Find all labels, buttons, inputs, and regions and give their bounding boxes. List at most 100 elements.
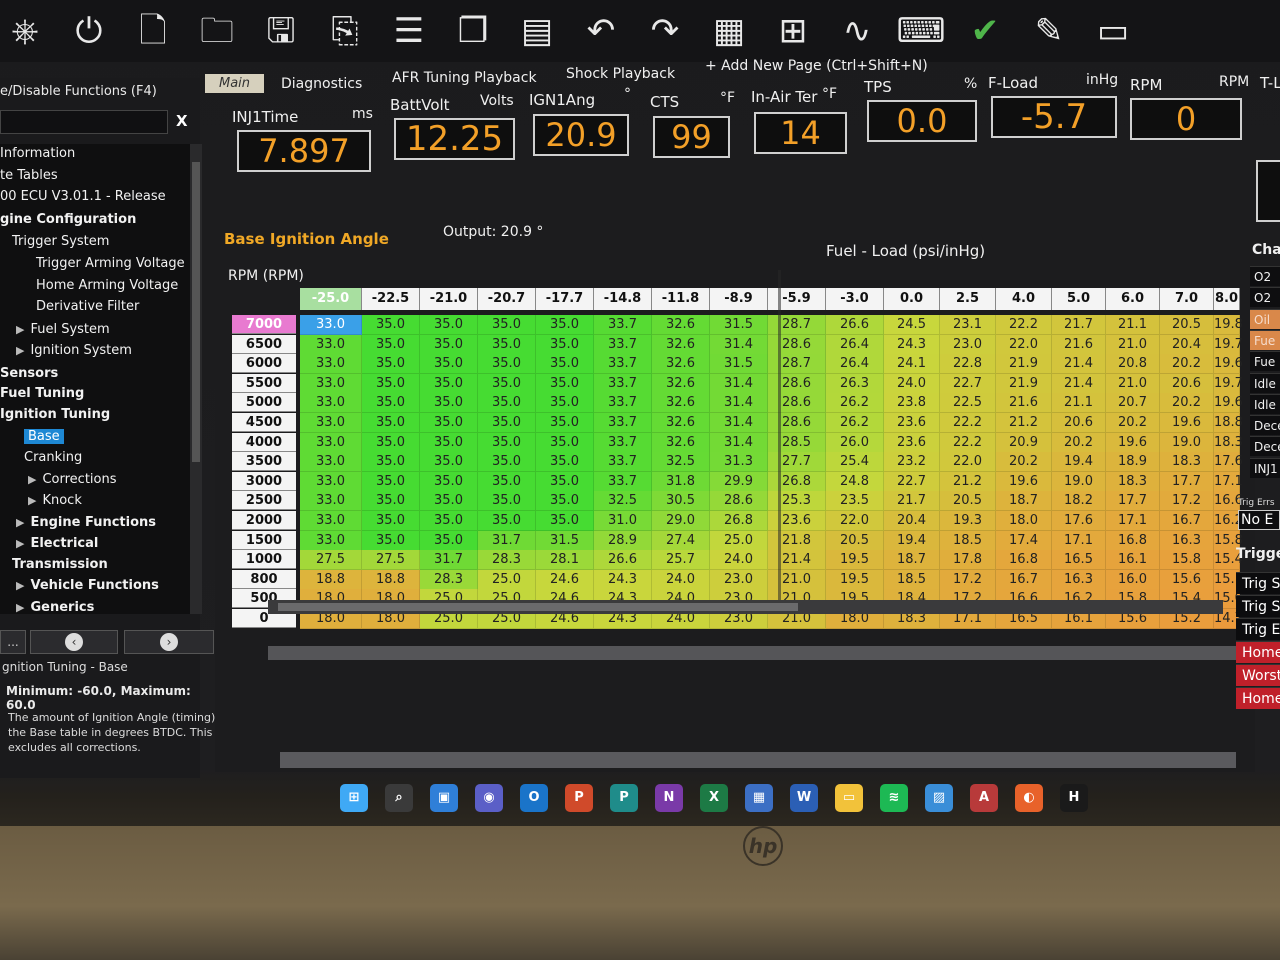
table-cell[interactable]: 31.5 — [710, 315, 768, 335]
column-header[interactable]: -17.7 — [536, 288, 594, 310]
channel-item[interactable]: Oil — [1250, 308, 1280, 329]
access-icon[interactable]: A — [970, 784, 998, 812]
table-cell[interactable]: 17.7 — [1160, 471, 1214, 492]
check-icon[interactable]: ✔ — [960, 8, 1010, 54]
table-cell[interactable]: 16.0 — [1106, 569, 1160, 590]
table-cell[interactable]: 21.0 — [1106, 373, 1160, 394]
table-cell[interactable]: 35.0 — [478, 334, 536, 355]
table-cell[interactable]: 20.2 — [1052, 432, 1106, 453]
tree-item-vehicle-functions[interactable]: ▶ Vehicle Functions — [16, 576, 159, 596]
table-cell[interactable]: 17.8 — [940, 550, 996, 571]
table-cell[interactable]: 25.7 — [652, 550, 710, 571]
table-cell[interactable]: 35.0 — [420, 471, 478, 492]
table-cell[interactable]: 33.7 — [594, 334, 652, 355]
expand-caret-icon[interactable]: ▶ — [28, 494, 36, 507]
tree-item-cranking[interactable]: Cranking — [24, 448, 82, 468]
table-cell[interactable]: 32.6 — [652, 334, 710, 355]
outlook-icon[interactable]: O — [520, 784, 548, 812]
tree-item-gine-configuration[interactable]: gine Configuration — [0, 210, 136, 230]
table-cell[interactable]: 27.5 — [362, 550, 420, 571]
tree-item-base[interactable]: Base — [24, 427, 64, 447]
table-cell[interactable]: 23.0 — [940, 334, 996, 355]
table-edit-icon[interactable]: ▦ — [704, 8, 754, 54]
table-cell[interactable]: 18.9 — [1106, 452, 1160, 473]
channel-item[interactable]: Fue — [1250, 351, 1280, 372]
table-cell[interactable]: 16.2 — [1214, 511, 1243, 531]
table-cell[interactable]: 35.0 — [478, 315, 536, 335]
table-cell[interactable]: 35.0 — [536, 315, 594, 335]
table-cell[interactable]: 35.0 — [362, 452, 420, 473]
sidebar-search-input[interactable] — [0, 110, 168, 134]
table-cell[interactable]: 22.2 — [940, 413, 996, 433]
table-cell[interactable]: 19.8 — [1214, 315, 1243, 335]
table-hscrollbar[interactable] — [268, 600, 1223, 614]
table-cell[interactable]: 28.6 — [768, 413, 826, 433]
table-cell[interactable]: 25.4 — [826, 452, 884, 473]
table-cell[interactable]: 19.5 — [826, 569, 884, 590]
column-header[interactable]: 6.0 — [1106, 288, 1160, 310]
table-cell[interactable]: 20.2 — [996, 452, 1052, 473]
trigger-action-button[interactable]: Home — [1236, 687, 1280, 709]
table-cell[interactable]: 24.5 — [884, 315, 940, 335]
table-cell[interactable]: 25.3 — [768, 491, 826, 512]
table-cell[interactable]: 17.1 — [1106, 511, 1160, 531]
table-cell[interactable]: 23.1 — [940, 315, 996, 335]
table-cell[interactable]: 35.0 — [478, 413, 536, 433]
row-header[interactable]: 5000 — [232, 393, 296, 413]
table-cell[interactable]: 32.6 — [652, 373, 710, 394]
table-cell[interactable]: 35.0 — [536, 511, 594, 531]
table-cell[interactable]: 27.7 — [768, 452, 826, 473]
channel-item[interactable]: Idle — [1250, 372, 1280, 393]
nav-more-left-button[interactable]: ... — [0, 630, 26, 654]
tab-diagnostics[interactable]: Diagnostics — [281, 76, 362, 92]
table-cell[interactable]: 35.0 — [420, 354, 478, 375]
table-cell[interactable]: 19.4 — [884, 530, 940, 551]
table-cell[interactable]: 18.2 — [1052, 491, 1106, 512]
table-cell[interactable]: 20.6 — [1160, 373, 1214, 394]
table-cell[interactable]: 21.1 — [1106, 315, 1160, 335]
table-cell[interactable]: 33.7 — [594, 413, 652, 433]
tree-item-electrical[interactable]: ▶ Electrical — [16, 534, 98, 554]
tree-item-information[interactable]: Information — [0, 144, 75, 164]
table-cell[interactable]: 26.2 — [826, 393, 884, 414]
trigger-action-button[interactable]: Home — [1236, 641, 1280, 663]
table-cell[interactable]: 35.0 — [362, 373, 420, 394]
table-cell[interactable]: 23.5 — [826, 491, 884, 512]
table-cell[interactable]: 16.8 — [1106, 530, 1160, 551]
copy-icon[interactable]: ❐ — [448, 8, 498, 54]
table-cell[interactable]: 32.6 — [652, 354, 710, 375]
table-cell[interactable]: 35.0 — [362, 530, 420, 551]
trigger-action-button[interactable]: Trig S — [1236, 595, 1280, 617]
table-cell[interactable]: 28.6 — [768, 373, 826, 394]
row-header[interactable]: 7000 — [232, 315, 296, 334]
table-cell[interactable]: 35.0 — [478, 432, 536, 453]
tree-item-generics[interactable]: ▶ Generics — [16, 598, 94, 614]
table-cell[interactable]: 19.4 — [1052, 452, 1106, 473]
table-cell[interactable]: 31.7 — [420, 550, 478, 571]
table-cell[interactable]: 17.4 — [996, 530, 1052, 551]
bottom-scrollbar[interactable] — [280, 752, 1236, 768]
table-cell[interactable]: 31.5 — [536, 530, 594, 551]
table-cell[interactable]: 33.0 — [300, 354, 362, 375]
column-header[interactable]: 8.0 — [1214, 288, 1240, 310]
table-cell[interactable]: 22.2 — [996, 315, 1052, 335]
table-cell[interactable]: 20.4 — [1160, 334, 1214, 355]
table-cell[interactable]: 33.7 — [594, 471, 652, 492]
table-cell[interactable]: 35.0 — [478, 354, 536, 375]
table-cell[interactable]: 20.5 — [1160, 315, 1214, 335]
table-cell[interactable]: 18.0 — [996, 511, 1052, 531]
clear-search-button[interactable]: X — [176, 112, 188, 130]
table-cell[interactable]: 19.7 — [1214, 373, 1243, 394]
table-cell[interactable]: 19.3 — [940, 511, 996, 531]
table-cell[interactable]: 35.0 — [478, 491, 536, 512]
table-cell[interactable]: 26.0 — [826, 432, 884, 453]
table-cell[interactable]: 22.5 — [940, 393, 996, 414]
table-cell[interactable]: 18.7 — [884, 550, 940, 571]
table-cell[interactable]: 21.4 — [1052, 354, 1106, 375]
table-cell[interactable]: 30.5 — [652, 491, 710, 512]
table-cell[interactable]: 22.8 — [940, 354, 996, 375]
table-cell[interactable]: 33.0 — [300, 491, 362, 512]
table-cell[interactable]: 33.0 — [300, 315, 362, 335]
table-cell[interactable]: 32.5 — [652, 452, 710, 473]
waveform-icon[interactable]: ∿ — [832, 8, 882, 54]
